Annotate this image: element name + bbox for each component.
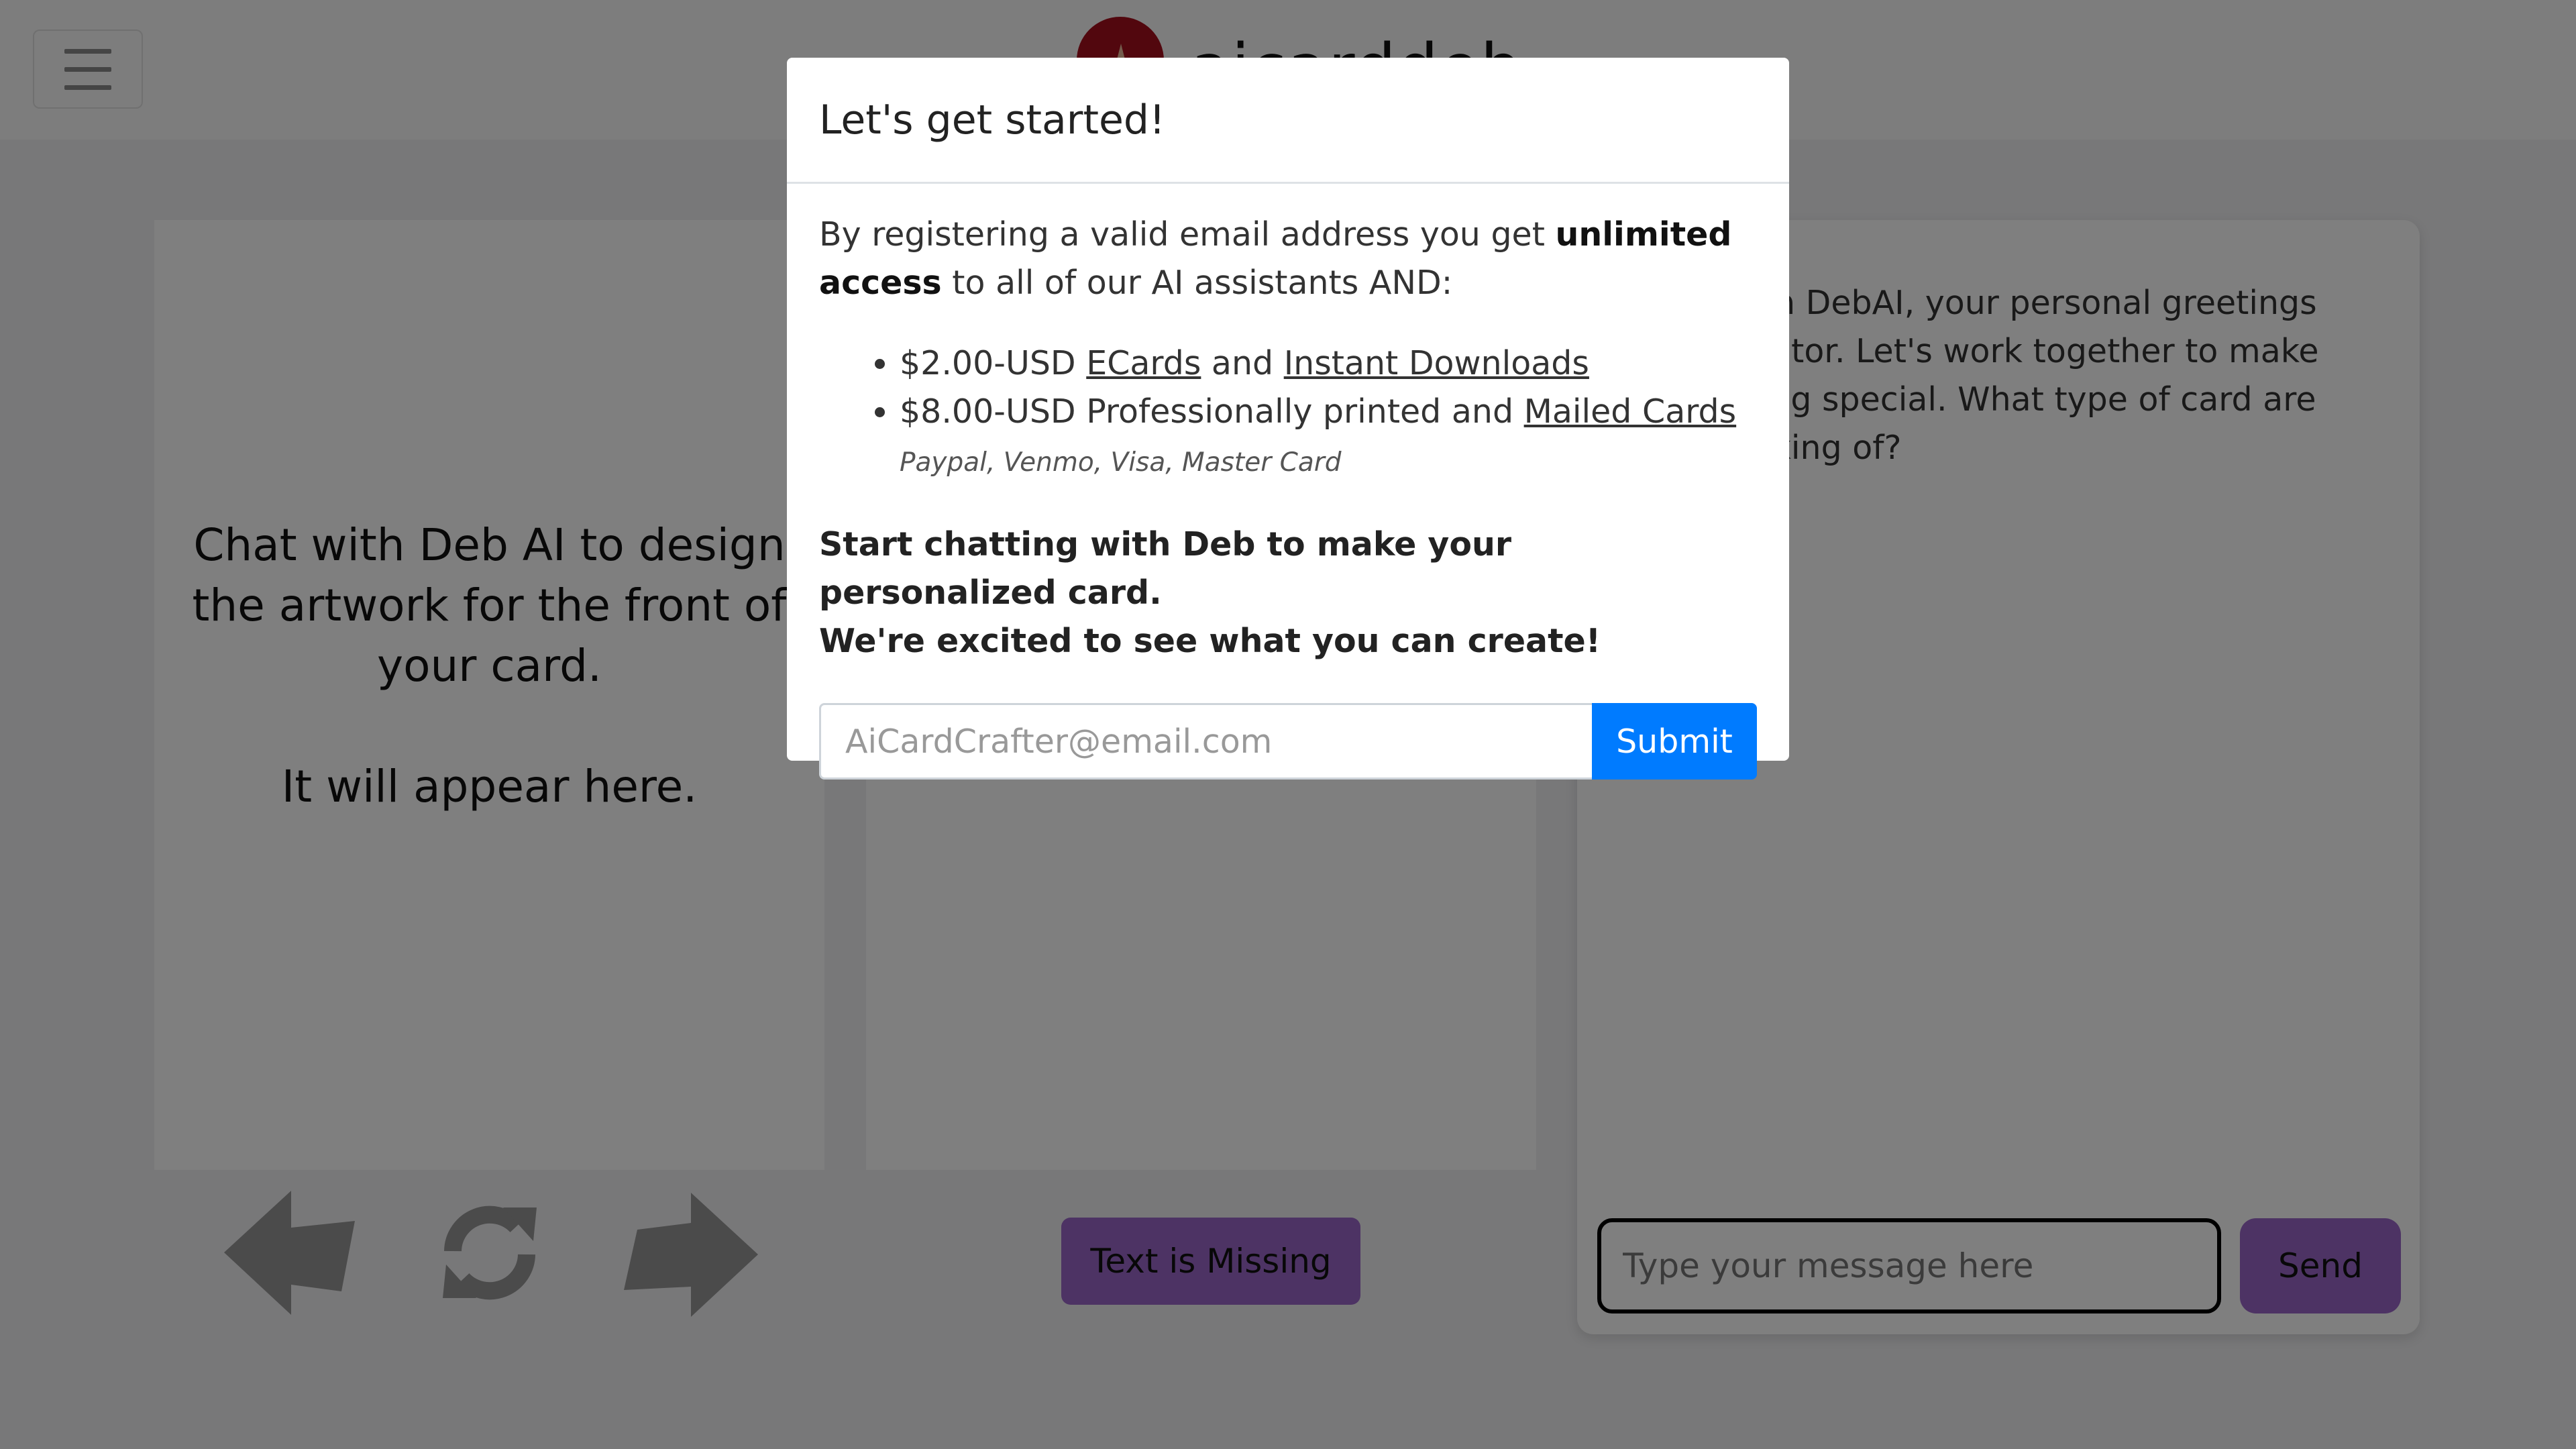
modal-title: Let's get started!: [819, 96, 1166, 144]
offer-price: $2.00-USD: [900, 344, 1087, 382]
cta-line: Start chatting with Deb to make your per…: [819, 525, 1512, 612]
mailed-cards-link[interactable]: Mailed Cards: [1524, 392, 1737, 431]
submit-button[interactable]: Submit: [1592, 703, 1757, 780]
cta-line: We're excited to see what you can create…: [819, 622, 1601, 660]
offer-list: $2.00-USD ECards and Instant Downloads $…: [819, 339, 1757, 436]
offer-price: $8.00-USD Professionally printed and: [900, 392, 1524, 431]
offer-item: $8.00-USD Professionally printed and Mai…: [900, 388, 1757, 436]
email-input[interactable]: [819, 703, 1592, 780]
registration-modal: Let's get started! By registering a vali…: [787, 58, 1789, 780]
ecards-link[interactable]: ECards: [1086, 344, 1201, 382]
instant-downloads-link[interactable]: Instant Downloads: [1284, 344, 1589, 382]
email-form: Submit: [819, 703, 1757, 780]
payment-methods: Paypal, Venmo, Visa, Master Card: [900, 447, 1342, 478]
modal-header: Let's get started!: [787, 58, 1789, 184]
intro-text: By registering a valid email address you…: [819, 215, 1556, 254]
modal-intro: By registering a valid email address you…: [819, 211, 1757, 307]
offer-item: $2.00-USD ECards and Instant Downloads: [900, 339, 1757, 388]
offer-conjunction: and: [1201, 344, 1284, 382]
modal-cta: Start chatting with Deb to make your per…: [819, 521, 1757, 665]
intro-text-end: to all of our AI assistants AND:: [941, 264, 1453, 302]
modal-body: By registering a valid email address you…: [787, 184, 1789, 806]
